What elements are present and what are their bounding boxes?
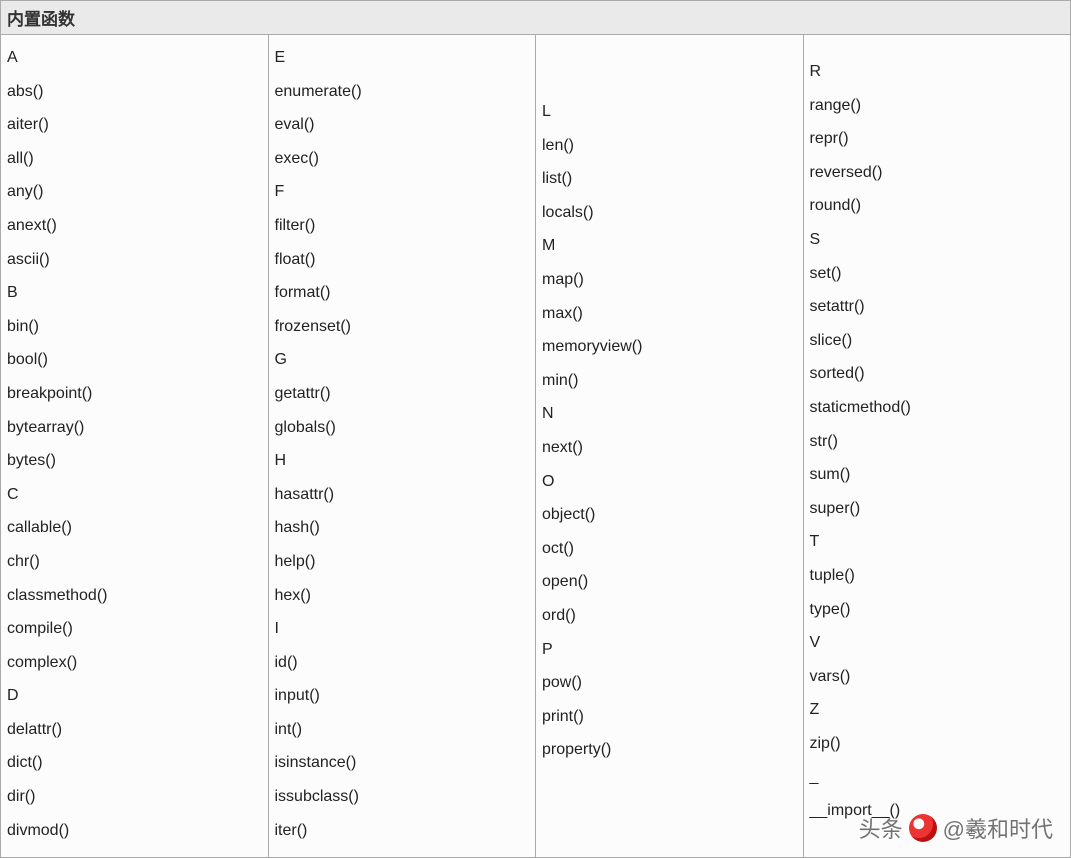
function-name: set() [808,257,1067,291]
function-name: callable() [5,511,264,545]
function-name: isinstance() [273,746,532,780]
function-name: iter() [273,814,532,848]
function-name: pow() [540,666,799,700]
function-name: locals() [540,196,799,230]
column-2: Eenumerate()eval()exec()Ffilter()float()… [269,35,537,857]
function-name: bin() [5,310,264,344]
column-1: Aabs()aiter()all()any()anext()ascii()Bbi… [1,35,269,857]
function-name: tuple() [808,559,1067,593]
function-name: open() [540,565,799,599]
section-letter: Z [808,693,1067,727]
section-letter: D [5,679,264,713]
function-name: next() [540,431,799,465]
function-name: property() [540,733,799,767]
function-name: hash() [273,511,532,545]
function-name: round() [808,189,1067,223]
function-name: zip() [808,727,1067,761]
function-name: oct() [540,532,799,566]
function-name: list() [540,162,799,196]
function-name: getattr() [273,377,532,411]
function-name: __import__() [808,794,1067,828]
function-name: format() [273,276,532,310]
section-letter: B [5,276,264,310]
function-name: repr() [808,122,1067,156]
function-name: eval() [273,108,532,142]
function-name: print() [540,700,799,734]
section-letter: _ [808,760,1067,794]
function-name: hasattr() [273,478,532,512]
function-name: sorted() [808,357,1067,391]
function-name: min() [540,364,799,398]
function-name: sum() [808,458,1067,492]
function-name: bool() [5,343,264,377]
function-name: int() [273,713,532,747]
function-name: float() [273,243,532,277]
function-name: str() [808,425,1067,459]
function-name: breakpoint() [5,377,264,411]
function-name: issubclass() [273,780,532,814]
function-name: abs() [5,75,264,109]
function-name: vars() [808,660,1067,694]
function-name: divmod() [5,814,264,848]
function-name: id() [273,646,532,680]
section-letter: E [273,41,532,75]
function-name: anext() [5,209,264,243]
function-name: help() [273,545,532,579]
section-letter: V [808,626,1067,660]
column-3: Llen()list()locals()Mmap()max()memoryvie… [536,35,804,857]
function-name: bytes() [5,444,264,478]
function-name: bytearray() [5,411,264,445]
function-name: globals() [273,411,532,445]
function-name: dir() [5,780,264,814]
section-letter: I [273,612,532,646]
function-name: dict() [5,746,264,780]
function-name: complex() [5,646,264,680]
function-name: exec() [273,142,532,176]
function-name: enumerate() [273,75,532,109]
table-body: Aabs()aiter()all()any()anext()ascii()Bbi… [1,35,1070,857]
function-name: aiter() [5,108,264,142]
function-name: chr() [5,545,264,579]
section-letter: G [273,343,532,377]
function-name: hex() [273,579,532,613]
function-name: reversed() [808,156,1067,190]
function-name: super() [808,492,1067,526]
function-name: delattr() [5,713,264,747]
section-letter: M [540,229,799,263]
function-name: memoryview() [540,330,799,364]
function-name: classmethod() [5,579,264,613]
section-letter: F [273,175,532,209]
function-name: slice() [808,324,1067,358]
column-4: Rrange()repr()reversed()round()Sset()set… [804,35,1071,857]
function-name: type() [808,593,1067,627]
function-name: max() [540,297,799,331]
builtin-functions-table: 内置函数 Aabs()aiter()all()any()anext()ascii… [0,0,1071,858]
function-name: ascii() [5,243,264,277]
section-letter: O [540,465,799,499]
section-letter: S [808,223,1067,257]
section-letter: C [5,478,264,512]
function-name: range() [808,89,1067,123]
section-letter: P [540,633,799,667]
function-name: object() [540,498,799,532]
function-name: input() [273,679,532,713]
function-name: any() [5,175,264,209]
section-letter: A [5,41,264,75]
function-name: all() [5,142,264,176]
table-header: 内置函数 [1,1,1070,35]
function-name: filter() [273,209,532,243]
section-letter: H [273,444,532,478]
function-name: map() [540,263,799,297]
function-name: frozenset() [273,310,532,344]
function-name: ord() [540,599,799,633]
function-name: len() [540,129,799,163]
section-letter: R [808,55,1067,89]
section-letter: N [540,397,799,431]
section-letter: T [808,525,1067,559]
function-name: setattr() [808,290,1067,324]
section-letter: L [540,95,799,129]
function-name: compile() [5,612,264,646]
function-name: staticmethod() [808,391,1067,425]
